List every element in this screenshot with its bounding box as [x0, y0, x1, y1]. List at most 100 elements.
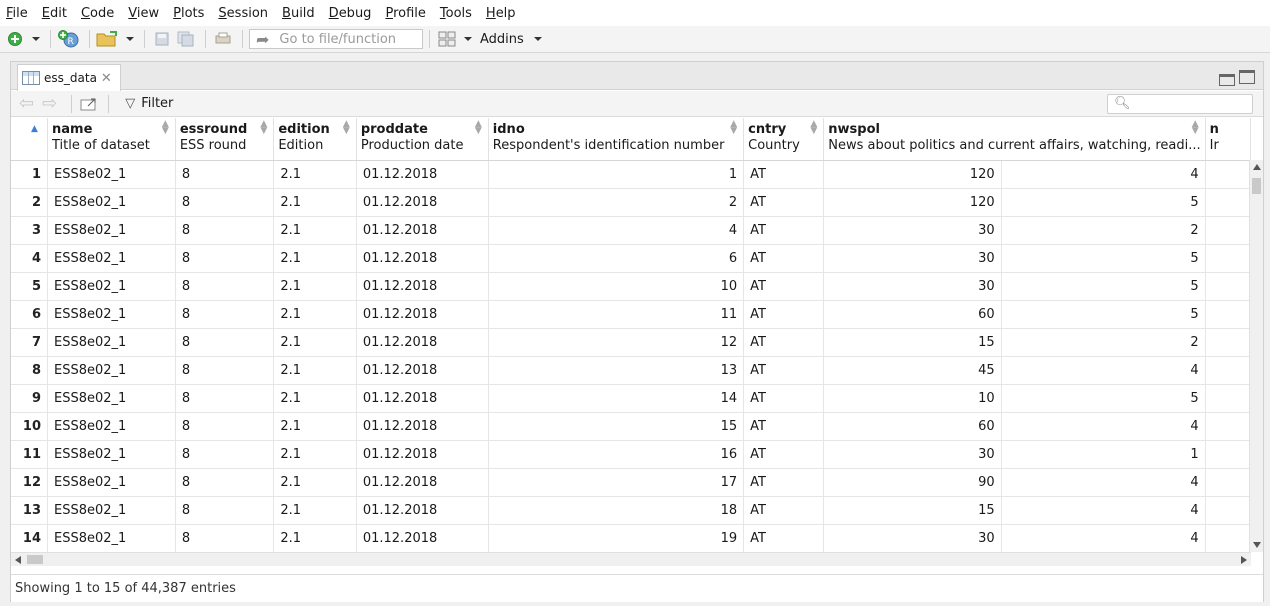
cell-next[interactable]: 5: [1001, 300, 1206, 329]
menu-build[interactable]: Build: [282, 6, 315, 21]
cell-edition[interactable]: 2.1: [273, 468, 357, 497]
tab-ess-data[interactable]: ess_data ✕: [17, 64, 121, 91]
cell-cntry[interactable]: AT: [743, 496, 825, 525]
cell-essround[interactable]: 8: [175, 496, 275, 525]
cell-name[interactable]: ESS8e02_1: [47, 328, 176, 357]
cell-proddate[interactable]: 01.12.2018: [356, 244, 489, 273]
cell-edition[interactable]: 2.1: [273, 188, 357, 217]
cell-edition[interactable]: 2.1: [273, 272, 357, 301]
open-file-button[interactable]: [96, 28, 120, 50]
cell-idno[interactable]: 12: [488, 328, 745, 357]
col-header-next[interactable]: n Ir: [1205, 118, 1251, 161]
col-header-name[interactable]: name Title of dataset ▲ ▼: [47, 118, 176, 161]
cell-cntry[interactable]: AT: [743, 384, 825, 413]
cell-idno[interactable]: 11: [488, 300, 745, 329]
cell-essround[interactable]: 8: [175, 160, 275, 189]
col-header-essround[interactable]: essround ESS round ▲ ▼: [175, 118, 275, 161]
menu-profile[interactable]: Profile: [385, 6, 425, 21]
cell-n[interactable]: 6: [11, 300, 49, 329]
scroll-right-icon[interactable]: [1241, 556, 1247, 564]
cell-edition[interactable]: 2.1: [273, 384, 357, 413]
cell-name[interactable]: ESS8e02_1: [47, 496, 176, 525]
cell-edition[interactable]: 2.1: [273, 328, 357, 357]
forward-arrow-icon[interactable]: ⇨: [42, 93, 57, 114]
cell-cntry[interactable]: AT: [743, 300, 825, 329]
cell-name[interactable]: ESS8e02_1: [47, 244, 176, 273]
cell-nwspol[interactable]: 120: [823, 160, 1002, 189]
menu-code[interactable]: Code: [81, 6, 114, 21]
cell-essround[interactable]: 8: [175, 188, 275, 217]
close-icon[interactable]: ✕: [101, 71, 112, 86]
cell-nwspol[interactable]: 10: [823, 384, 1002, 413]
cell-proddate[interactable]: 01.12.2018: [356, 524, 489, 552]
menu-tools[interactable]: Tools: [440, 6, 472, 21]
cell-essround[interactable]: 8: [175, 328, 275, 357]
col-header-nwspol[interactable]: nwspol News about politics and current af…: [823, 118, 1206, 161]
vertical-scrollbar[interactable]: [1249, 160, 1263, 552]
cell-cntry[interactable]: AT: [743, 440, 825, 469]
cell-cntry[interactable]: AT: [743, 188, 825, 217]
cell-idno[interactable]: 2: [488, 188, 745, 217]
cell-idno[interactable]: 15: [488, 412, 745, 441]
cell-cntry[interactable]: AT: [743, 412, 825, 441]
cell-edition[interactable]: 2.1: [273, 412, 357, 441]
filter-button[interactable]: ▽ Filter: [125, 96, 173, 111]
cell-idno[interactable]: 13: [488, 356, 745, 385]
scroll-up-icon[interactable]: [1253, 164, 1261, 170]
cell-n[interactable]: 3: [11, 216, 49, 245]
cell-name[interactable]: ESS8e02_1: [47, 524, 176, 552]
cell-nwspol[interactable]: 120: [823, 188, 1002, 217]
cell-next[interactable]: 5: [1001, 244, 1206, 273]
cell-cntry[interactable]: AT: [743, 272, 825, 301]
cell-proddate[interactable]: 01.12.2018: [356, 216, 489, 245]
menu-debug[interactable]: Debug: [329, 6, 372, 21]
cell-nwspol[interactable]: 30: [823, 216, 1002, 245]
cell-proddate[interactable]: 01.12.2018: [356, 300, 489, 329]
cell-idno[interactable]: 1: [488, 160, 745, 189]
cell-proddate[interactable]: 01.12.2018: [356, 440, 489, 469]
cell-proddate[interactable]: 01.12.2018: [356, 496, 489, 525]
cell-next[interactable]: 4: [1001, 412, 1206, 441]
cell-essround[interactable]: 8: [175, 524, 275, 552]
cell-idno[interactable]: 10: [488, 272, 745, 301]
pane-layout-button[interactable]: [436, 28, 458, 50]
cell-name[interactable]: ESS8e02_1: [47, 356, 176, 385]
cell-next[interactable]: 5: [1001, 272, 1206, 301]
save-button[interactable]: [151, 28, 173, 50]
col-header-proddate[interactable]: proddate Production date ▲ ▼: [356, 118, 489, 161]
save-all-button[interactable]: [175, 28, 197, 50]
cell-essround[interactable]: 8: [175, 412, 275, 441]
goto-file-input[interactable]: ➦ Go to file/function: [249, 29, 423, 49]
chevron-down-icon[interactable]: [32, 37, 40, 41]
menu-help[interactable]: Help: [486, 6, 516, 21]
cell-n[interactable]: 1: [11, 160, 49, 189]
show-in-window-button[interactable]: [78, 93, 100, 115]
cell-nwspol[interactable]: 30: [823, 524, 1002, 552]
cell-next[interactable]: 4: [1001, 356, 1206, 385]
cell-proddate[interactable]: 01.12.2018: [356, 160, 489, 189]
cell-essround[interactable]: 8: [175, 440, 275, 469]
cell-nwspol[interactable]: 60: [823, 300, 1002, 329]
cell-edition[interactable]: 2.1: [273, 496, 357, 525]
cell-name[interactable]: ESS8e02_1: [47, 216, 176, 245]
menu-view[interactable]: View: [128, 6, 159, 21]
cell-next[interactable]: 4: [1001, 468, 1206, 497]
cell-idno[interactable]: 6: [488, 244, 745, 273]
cell-n[interactable]: 4: [11, 244, 49, 273]
cell-nwspol[interactable]: 45: [823, 356, 1002, 385]
cell-edition[interactable]: 2.1: [273, 300, 357, 329]
cell-proddate[interactable]: 01.12.2018: [356, 412, 489, 441]
scroll-down-icon[interactable]: [1253, 542, 1261, 548]
cell-proddate[interactable]: 01.12.2018: [356, 384, 489, 413]
cell-cntry[interactable]: AT: [743, 468, 825, 497]
cell-nwspol[interactable]: 15: [823, 496, 1002, 525]
col-header-edition[interactable]: edition Edition ▲ ▼: [273, 118, 357, 161]
cell-nwspol[interactable]: 30: [823, 244, 1002, 273]
scroll-thumb[interactable]: [1252, 178, 1261, 194]
cell-name[interactable]: ESS8e02_1: [47, 384, 176, 413]
horizontal-scrollbar[interactable]: [11, 552, 1251, 566]
cell-cntry[interactable]: AT: [743, 524, 825, 552]
maximize-icon[interactable]: [1239, 70, 1255, 84]
cell-next[interactable]: 5: [1001, 188, 1206, 217]
back-arrow-icon[interactable]: ⇦: [19, 93, 34, 114]
